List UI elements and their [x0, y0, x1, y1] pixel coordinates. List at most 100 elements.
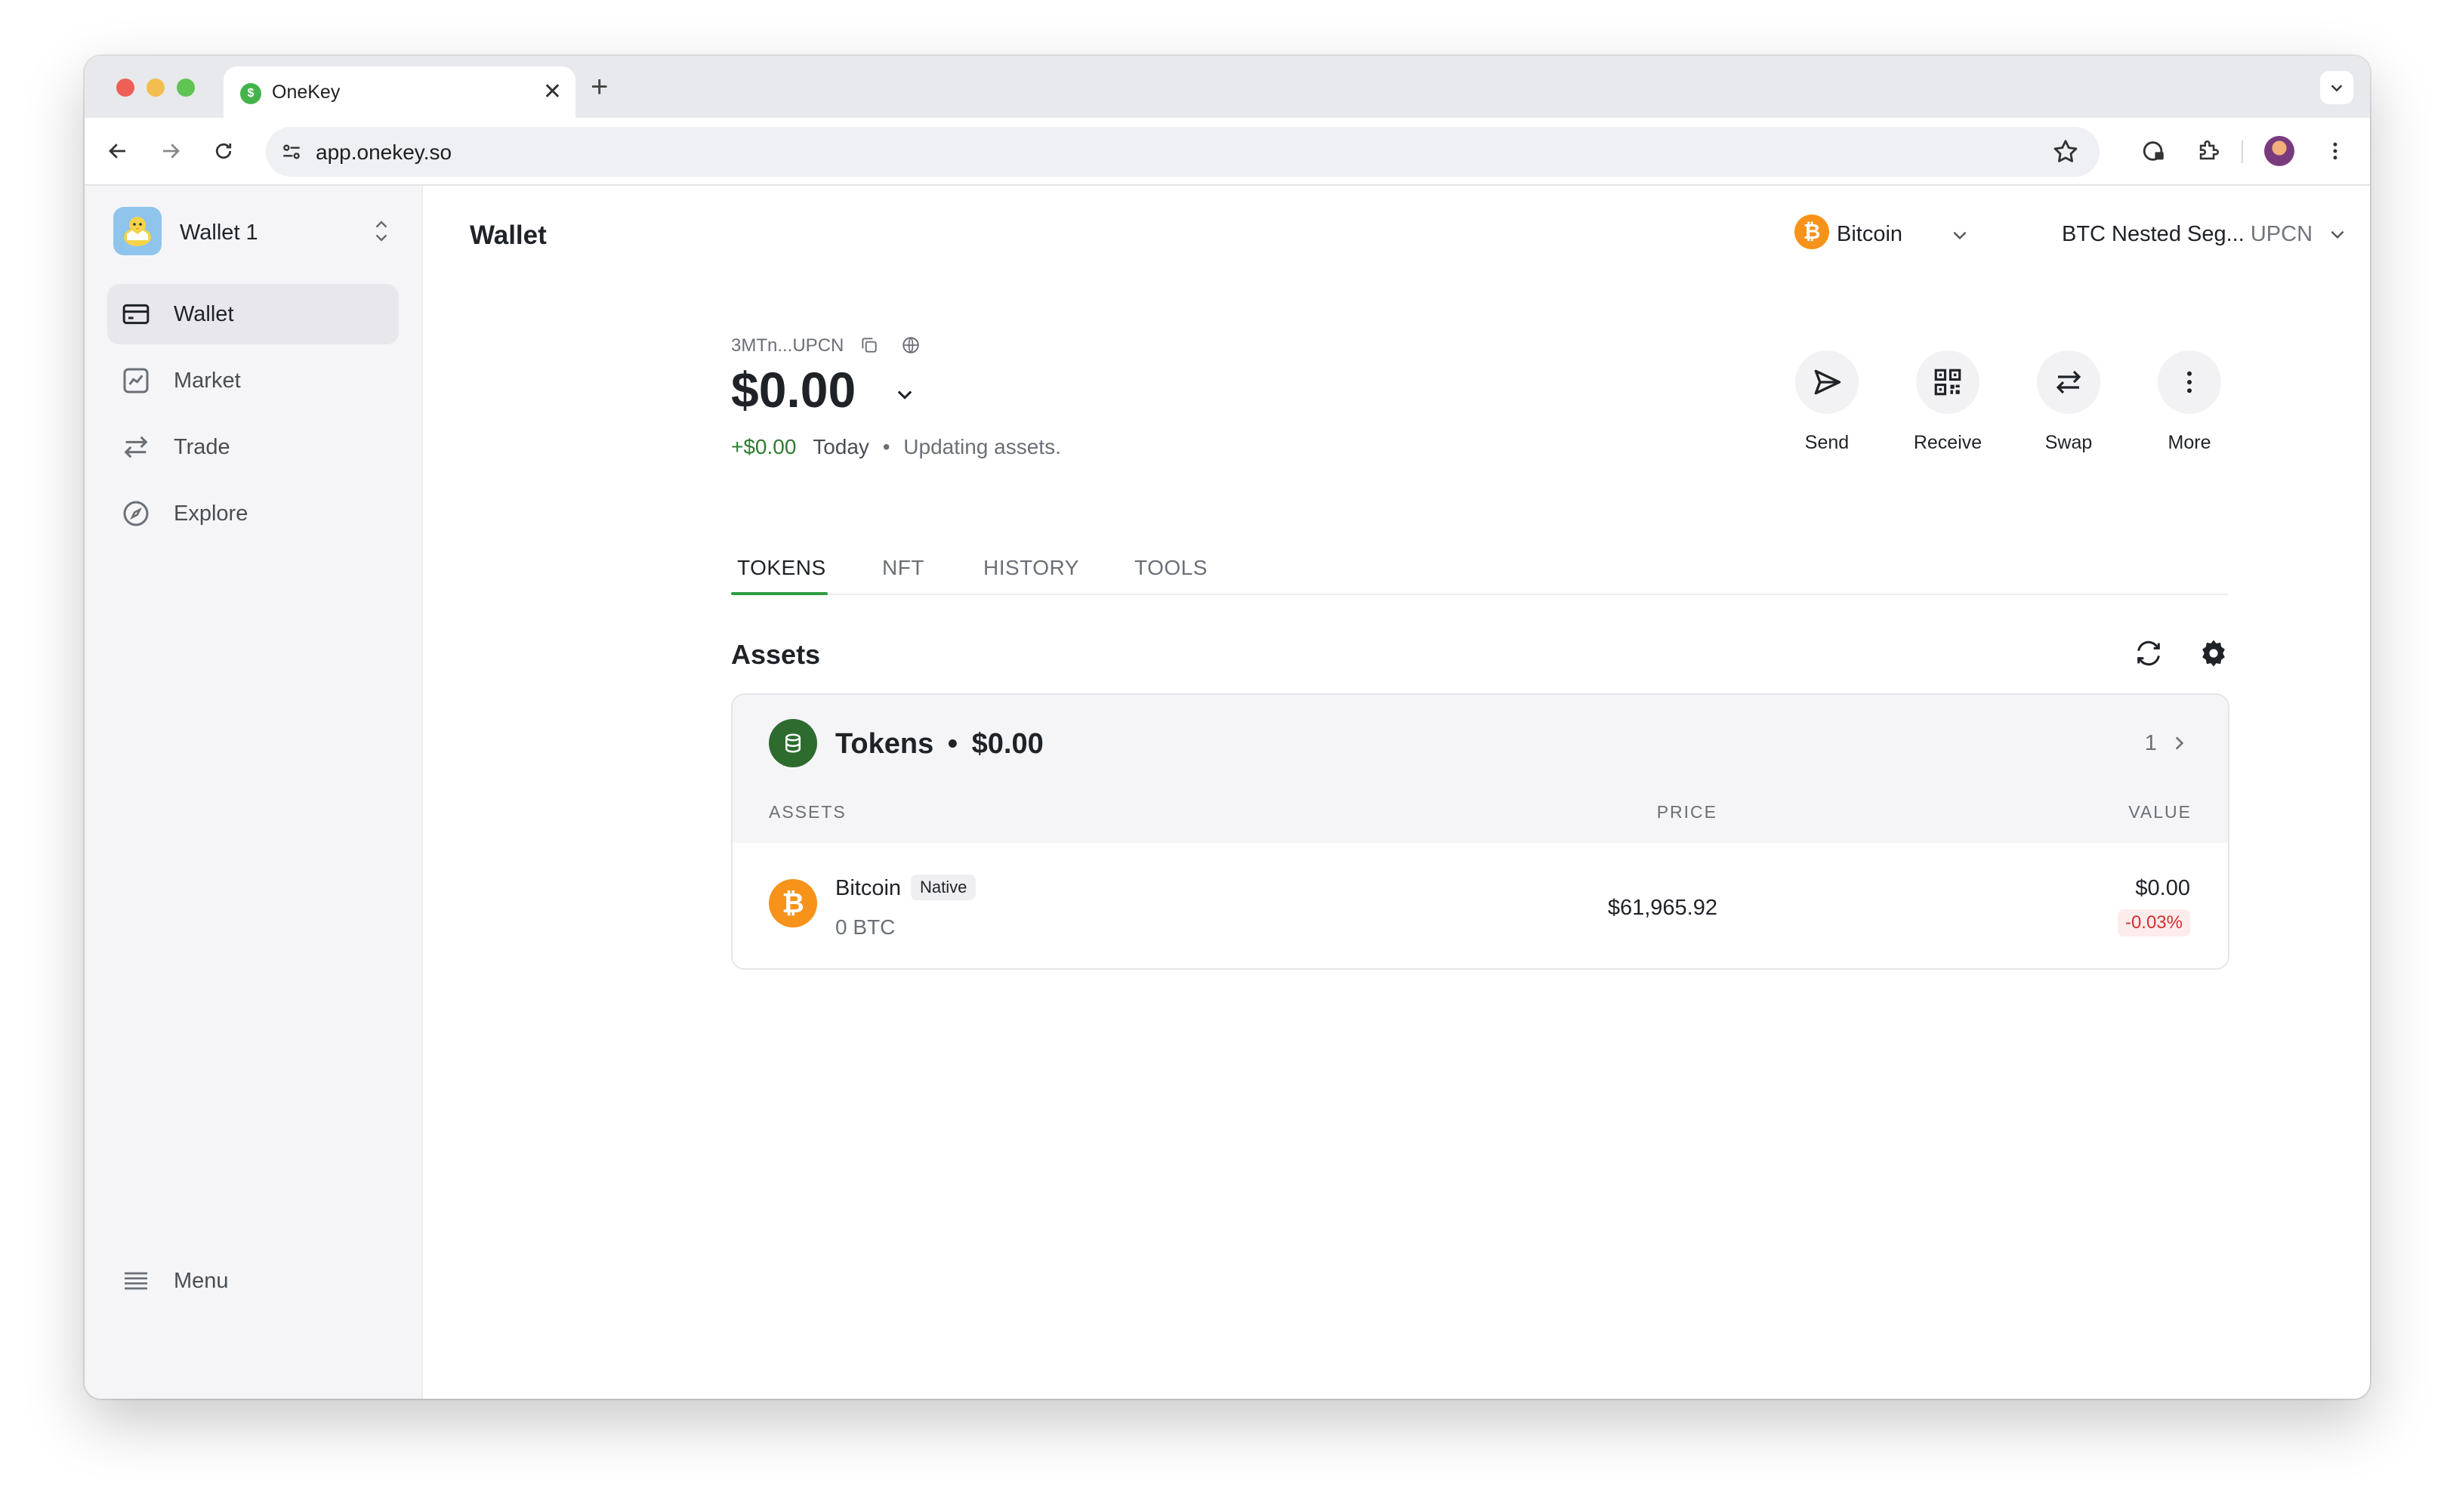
column-header-value: VALUE [2128, 802, 2192, 822]
more-button-circle [2158, 350, 2221, 414]
reload-button[interactable] [207, 134, 240, 168]
column-header-price: PRICE [1656, 802, 1717, 822]
chevron-down-icon [1953, 231, 1967, 240]
sidebar-menu-button[interactable]: Menu [107, 1251, 399, 1311]
asset-balance: 0 BTC [835, 915, 896, 939]
network-name: Bitcoin [1837, 222, 1903, 246]
tokens-card-header[interactable]: Tokens • $0.00 1 ASSETS PRICE VALUE [733, 695, 2228, 843]
copy-icon[interactable] [859, 335, 879, 355]
globe-icon[interactable] [901, 335, 921, 355]
swap-button[interactable]: Swap [2027, 350, 2110, 454]
separator-dot: • [947, 728, 958, 760]
receive-button[interactable]: Receive [1906, 350, 1989, 454]
back-button[interactable] [101, 134, 134, 168]
bookmark-star-icon[interactable] [2051, 137, 2080, 166]
browser-menu-icon[interactable] [2317, 133, 2353, 169]
total-balance: $0.00 [731, 362, 856, 418]
bitcoin-logo-icon: ₿ [1794, 214, 1829, 249]
swap-icon [2056, 370, 2081, 394]
balance-change: +$0.00 [731, 435, 797, 458]
password-manager-icon[interactable] [2136, 133, 2172, 169]
change-period: Today [813, 435, 869, 458]
qr-code-icon [1934, 369, 1961, 396]
account-selector[interactable]: BTC Nested Seg... UPCN [2062, 222, 2347, 247]
main-content: Wallet ₿ Bitcoin BTC Nested Seg... UPCN … [423, 186, 2370, 1399]
active-tab-indicator [731, 592, 828, 595]
wallet-switcher[interactable]: Wallet 1 [113, 207, 393, 257]
toolbar-divider [2242, 140, 2243, 163]
sidebar-item-label: Trade [174, 435, 230, 459]
tab-history[interactable]: HISTORY [983, 556, 1079, 580]
sidebar-item-label: Explore [174, 501, 248, 526]
tokens-count[interactable]: 1 [2145, 731, 2189, 756]
tokens-card: Tokens • $0.00 1 ASSETS PRICE VALUE ₿ Bi… [731, 693, 2229, 970]
browser-tab[interactable]: $ OneKey ✕ [224, 66, 575, 118]
close-tab-icon[interactable]: ✕ [543, 77, 562, 107]
profile-avatar[interactable] [2264, 136, 2294, 166]
swap-label: Swap [2044, 432, 2093, 453]
bitcoin-coin-icon: ₿ [769, 879, 817, 927]
chevron-up-down-icon [370, 216, 393, 248]
status-text: Updating assets. [903, 435, 1061, 458]
minimize-window-button[interactable] [147, 79, 165, 97]
column-header-assets: ASSETS [769, 802, 847, 822]
gear-icon [2202, 640, 2225, 667]
sidebar-item-trade[interactable]: Trade [107, 417, 399, 477]
chevron-down-icon [2331, 230, 2344, 239]
wallet-icon [122, 304, 150, 325]
asset-value: $0.00 [2135, 876, 2190, 900]
page-title: Wallet [470, 221, 547, 250]
table-row[interactable]: ₿ Bitcoin Native 0 BTC $61,965.92 $0.00 … [733, 843, 2228, 968]
maximize-window-button[interactable] [177, 79, 195, 97]
sidebar-item-market[interactable]: Market [107, 350, 399, 411]
chart-icon [123, 368, 149, 393]
url-text: app.onekey.so [316, 140, 452, 164]
chevron-down-icon [897, 390, 912, 400]
more-button[interactable]: More [2148, 350, 2231, 454]
tokens-total-value: $0.00 [971, 728, 1044, 760]
tab-tools[interactable]: TOOLS [1134, 556, 1208, 580]
forward-button[interactable] [154, 134, 187, 168]
tab-nft[interactable]: NFT [882, 556, 924, 580]
tab-title: OneKey [272, 82, 341, 103]
separator-dot: • [882, 435, 890, 458]
refresh-button[interactable] [2130, 634, 2168, 672]
close-window-button[interactable] [116, 79, 134, 97]
balance-toggle-button[interactable] [894, 384, 915, 411]
sidebar-item-wallet[interactable]: Wallet [107, 284, 399, 344]
sidebar-item-label: Market [174, 369, 241, 393]
sidebar-menu-label: Menu [174, 1269, 229, 1293]
onekey-favicon-icon: $ [240, 83, 261, 104]
site-settings-icon[interactable] [279, 140, 304, 164]
send-button[interactable]: Send [1785, 350, 1868, 454]
receive-button-circle [1916, 350, 1979, 414]
network-selector[interactable]: ₿ Bitcoin [1794, 214, 1967, 255]
chevron-right-icon [2175, 736, 2184, 750]
tab-tokens[interactable]: TOKENS [737, 556, 826, 580]
browser-window: $ OneKey ✕ + app.onekey.so Wallet 1 Wall… [85, 56, 2370, 1399]
wallet-name: Wallet 1 [180, 221, 258, 245]
tokens-count-value: 1 [2144, 731, 2157, 755]
sidebar-item-explore[interactable]: Explore [107, 483, 399, 544]
address-bar[interactable]: app.onekey.so [266, 127, 2100, 177]
wallet-avatar [113, 207, 162, 255]
asset-price: $61,965.92 [1607, 896, 1717, 920]
arrow-left-icon [109, 143, 125, 159]
tab-search-button[interactable] [2320, 71, 2353, 104]
refresh-icon [2137, 640, 2160, 666]
new-tab-button[interactable]: + [591, 66, 608, 107]
arrow-right-icon [163, 143, 180, 159]
coins-stack-icon [769, 719, 817, 767]
account-suffix: UPCN [2250, 222, 2313, 246]
asset-name: Bitcoin [835, 876, 902, 900]
address-row: 3MTn...UPCN [731, 335, 921, 356]
onekey-app: Wallet 1 Wallet Market Trade Explore Men… [85, 186, 2370, 1399]
asset-settings-button[interactable] [2195, 634, 2232, 672]
assets-title: Assets [731, 639, 821, 670]
extensions-icon[interactable] [2190, 133, 2226, 169]
receive-label: Receive [1913, 432, 1982, 453]
account-address: 3MTn...UPCN [731, 335, 844, 356]
browser-toolbar: app.onekey.so [85, 118, 2370, 186]
tokens-label: Tokens [835, 728, 934, 760]
balance-change-row: +$0.00 Today • Updating assets. [731, 435, 1061, 459]
